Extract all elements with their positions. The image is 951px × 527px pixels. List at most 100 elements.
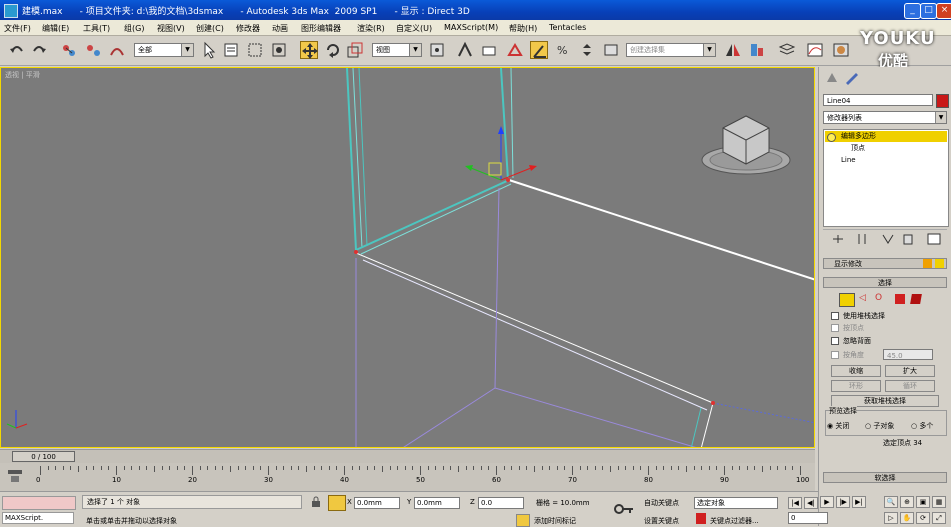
fov-icon[interactable]: ▷ [884,512,898,524]
modify-tab-icon[interactable] [843,70,861,86]
unlink-icon[interactable] [84,41,102,59]
by-angle-checkbox[interactable] [831,351,839,359]
snap-toggle-icon[interactable] [506,41,524,59]
angle-snap-icon[interactable] [530,41,548,59]
show-end-result-icon[interactable] [853,231,871,247]
move-icon[interactable] [300,41,318,59]
menu-customize[interactable]: 自定义(U) [396,23,432,34]
key-mode-dropdown[interactable]: 选定对象 [694,497,778,509]
menu-maxscript[interactable]: MAXScript(M) [444,23,498,32]
key-icon[interactable] [614,502,634,516]
key-filters-button[interactable]: 关键点过滤器... [710,516,759,526]
curve-editor-icon[interactable] [806,41,824,59]
menu-file[interactable]: 文件(F) [4,23,31,34]
time-tag-icon[interactable] [516,514,530,527]
ring-button[interactable]: 环形 [831,380,881,392]
select-manipulate-icon[interactable] [456,41,474,59]
element-mode-icon[interactable] [910,294,922,304]
preview-multi-radio[interactable]: ○ 多个 [911,421,933,431]
create-tab-icon[interactable] [823,70,841,86]
object-name-field[interactable]: Line04 [823,94,933,106]
by-vertex-checkbox[interactable] [831,324,839,332]
rotate-icon[interactable] [324,41,342,59]
x-coord-field[interactable]: 0.0mm [354,497,400,509]
edit-named-selection-icon[interactable] [602,41,620,59]
shrink-button[interactable]: 收缩 [831,365,881,377]
add-time-tag[interactable]: 添加时间标记 [534,516,576,526]
stack-item-line[interactable]: Line [825,155,947,166]
perspective-viewport[interactable]: 透视 | 平滑 [0,67,815,448]
next-frame-icon[interactable]: |▶ [836,496,850,508]
zoom-extents-all-icon[interactable]: ▦ [932,496,946,508]
track-bar[interactable]: 0 10 20 30 40 50 60 70 80 90 100 [0,463,815,491]
current-frame-field[interactable]: 0 [788,512,828,524]
object-color-swatch[interactable] [936,94,949,108]
auto-key-button[interactable]: 自动关键点 [644,498,679,508]
lightbulb-icon[interactable] [827,133,836,142]
ref-coord-dropdown[interactable]: 视图 ▼ [372,43,422,57]
angle-spinner[interactable]: 45.0 [883,349,933,360]
time-slider-thumb[interactable]: 0 / 100 [12,451,75,462]
set-key-icon[interactable] [696,513,706,524]
border-mode-icon[interactable]: O [875,293,887,305]
vertex-mode-icon[interactable] [839,293,855,307]
remove-modifier-icon[interactable] [899,231,917,247]
menu-modifiers[interactable]: 修改器 [236,23,260,34]
mirror-icon[interactable] [724,41,742,59]
stack-item-edit-poly[interactable]: 编辑多边形 [825,131,947,142]
percent-snap-icon[interactable]: % [554,41,572,59]
goto-start-icon[interactable]: |◀ [788,497,802,509]
redo-icon[interactable] [30,41,48,59]
preview-off-radio[interactable]: ◉ 关闭 [827,421,849,431]
link-icon[interactable] [60,41,78,59]
menu-edit[interactable]: 编辑(E) [42,23,69,34]
app-icon[interactable] [4,4,18,18]
zoom-all-icon[interactable]: ⊕ [900,496,914,508]
play-icon[interactable]: ▶ [820,496,834,508]
select-by-name-icon[interactable] [222,41,240,59]
menu-rendering[interactable]: 渲染(R) [357,23,385,34]
stack-item-vertex[interactable]: 顶点 [825,143,947,154]
window-crossing-icon[interactable] [270,41,288,59]
menu-view[interactable]: 视图(V) [157,23,185,34]
menu-graph-editors[interactable]: 图形编辑器 [301,23,341,34]
goto-end-icon[interactable]: ▶| [852,496,866,508]
menu-create[interactable]: 创建(C) [196,23,224,34]
pan-icon[interactable]: ✋ [900,512,914,524]
bind-space-warp-icon[interactable] [108,41,126,59]
named-selection-dropdown[interactable]: 创建选择集 ▼ [626,43,716,57]
ignore-backfacing-checkbox[interactable] [831,337,839,345]
maximize-button[interactable]: □ [920,3,937,19]
menu-animation[interactable]: 动画 [272,23,288,34]
select-object-icon[interactable] [200,41,218,59]
pivot-center-icon[interactable] [428,41,446,59]
zoom-icon[interactable]: 🔍 [884,496,898,508]
prev-frame-icon[interactable]: ◀| [804,497,818,509]
keyboard-shortcut-icon[interactable] [480,41,498,59]
loop-button[interactable]: 循环 [885,380,935,392]
polygon-mode-icon[interactable] [895,294,905,304]
maxscript-label[interactable]: MAXScript. [2,512,74,524]
menu-help[interactable]: 帮助(H) [509,23,537,34]
align-icon[interactable] [748,41,766,59]
maximize-viewport-icon[interactable]: ⤢ [932,512,946,524]
grow-button[interactable]: 扩大 [885,365,935,377]
use-stack-selection-checkbox[interactable] [831,312,839,320]
preview-subobj-radio[interactable]: ○ 子对象 [865,421,894,431]
rollout-soft-selection[interactable]: 软选择 [823,472,947,483]
material-editor-icon[interactable] [832,41,850,59]
set-key-button[interactable]: 设置关键点 [644,516,679,526]
rollout-selection[interactable]: 选择 [823,277,947,288]
layer-manager-icon[interactable] [778,41,796,59]
menu-group[interactable]: 组(G) [124,23,144,34]
close-button[interactable]: × [936,3,951,19]
mini-curve-editor-icon[interactable] [6,467,24,485]
rect-selection-icon[interactable] [246,41,264,59]
maxscript-listener[interactable] [2,496,76,510]
z-coord-field[interactable]: 0.0 [478,497,524,509]
configure-sets-icon[interactable] [925,231,943,247]
absolute-mode-icon[interactable] [328,495,346,511]
selection-filter-dropdown[interactable]: 全部 ▼ [134,43,194,57]
modifier-list-dropdown[interactable]: 修改器列表 ▼ [823,111,947,124]
scale-icon[interactable] [346,41,364,59]
